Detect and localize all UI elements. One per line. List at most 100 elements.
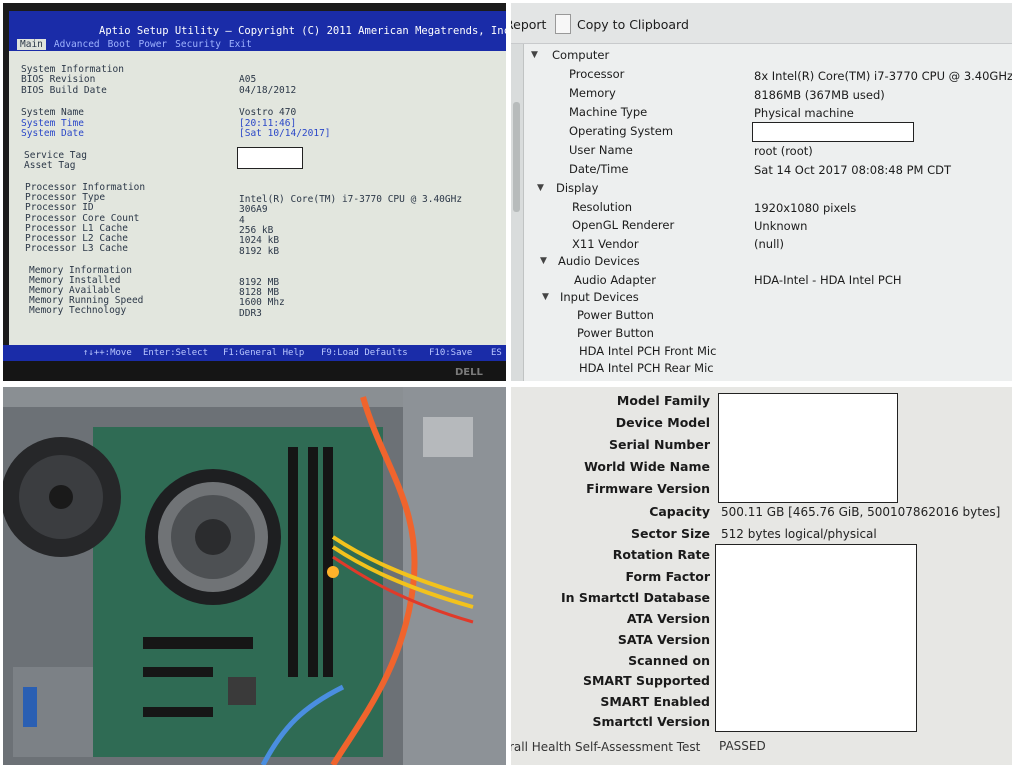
- smart-label-scanned-on: Scanned on: [628, 653, 710, 668]
- tree-label-audio-adapter[interactable]: Audio Adapter: [574, 273, 656, 287]
- bios-value-processor-id: 306A9: [239, 204, 268, 215]
- redaction-box: [237, 147, 303, 169]
- dell-logo-icon: DELL: [455, 367, 484, 378]
- bios-value-processor-type: Intel(R) Core(TM) i7-3770 CPU @ 3.40GHz: [239, 194, 463, 205]
- hardware-info-window: Report Copy to Clipboard ▼ Computer Proc…: [511, 3, 1012, 381]
- bios-key-legend: ↑↓++:Move Enter:Select F1:General Help F…: [3, 345, 506, 361]
- smart-label-smartctl-version: Smartctl Version: [592, 714, 710, 729]
- tree-value-x11-vendor: (null): [754, 237, 784, 251]
- tree-label-machine-type[interactable]: Machine Type: [569, 105, 647, 119]
- tree-value-opengl-renderer: Unknown: [754, 219, 808, 233]
- tree-label-processor[interactable]: Processor: [569, 67, 624, 81]
- tree-label-opengl-renderer[interactable]: OpenGL Renderer: [572, 218, 674, 232]
- smart-label-wwn: World Wide Name: [584, 459, 710, 474]
- smart-label-ata-version: ATA Version: [626, 611, 710, 626]
- smart-label-smart-enabled: SMART Enabled: [600, 694, 710, 709]
- bios-key-defaults: F9:Load Defaults: [321, 348, 408, 358]
- bios-key-select: Enter:Select: [143, 348, 209, 358]
- disk-smart-info-photo: Model Family Device Model Serial Number …: [511, 387, 1012, 765]
- motherboard-illustration: [3, 387, 506, 765]
- bios-tab-advanced[interactable]: Advanced: [54, 39, 100, 50]
- monitor-bezel: [3, 361, 506, 381]
- motherboard-photo: [3, 387, 506, 765]
- tree-value-user-name: root (root): [754, 144, 813, 158]
- bios-tab-exit[interactable]: Exit: [229, 39, 252, 50]
- hw-toolbar: Report Copy to Clipboard: [511, 3, 1012, 44]
- smart-label-smart-supported: SMART Supported: [582, 673, 710, 688]
- hw-scrollbar[interactable]: [511, 44, 524, 381]
- expand-arrow-icon[interactable]: ▼: [537, 183, 544, 193]
- tree-value-machine-type: Physical machine: [754, 106, 854, 120]
- tree-value-memory: 8186MB (367MB used): [754, 88, 885, 102]
- tree-label-power-button[interactable]: Power Button: [577, 326, 654, 340]
- smart-value-sector-size: 512 bytes logical/physical: [721, 527, 877, 541]
- tree-node-display[interactable]: Display: [556, 181, 598, 195]
- tree-label-operating-system[interactable]: Operating System: [569, 124, 673, 138]
- smart-label-sector-size: Sector Size: [630, 526, 710, 541]
- bios-key-move: ↑↓++:Move: [83, 348, 132, 358]
- tree-node-audio-devices[interactable]: Audio Devices: [558, 254, 640, 268]
- bios-header: Aptio Setup Utility – Copyright (C) 2011…: [9, 11, 506, 51]
- smart-value-health-test: PASSED: [719, 739, 766, 753]
- bios-value-memory-technology: DDR3: [239, 308, 262, 319]
- smart-value-capacity: 500.11 GB [465.76 GiB, 500107862016 byte…: [721, 505, 1001, 519]
- tree-label-resolution[interactable]: Resolution: [572, 200, 632, 214]
- bios-label-asset-tag: Asset Tag: [24, 160, 76, 171]
- bios-value-build-date: 04/18/2012: [239, 85, 297, 96]
- bios-label-l3-cache: Processor L3 Cache: [25, 243, 128, 254]
- bios-tab-boot[interactable]: Boot: [108, 39, 131, 50]
- redaction-box: [718, 393, 898, 503]
- bios-key-help: F1:General Help: [223, 348, 305, 358]
- tree-label-front-mic[interactable]: HDA Intel PCH Front Mic: [579, 344, 716, 358]
- expand-arrow-icon[interactable]: ▼: [542, 292, 549, 302]
- bios-tabs: Main Advanced Boot Power Security Exit: [17, 39, 252, 50]
- expand-arrow-icon[interactable]: ▼: [540, 256, 547, 266]
- tree-label-memory[interactable]: Memory: [569, 86, 616, 100]
- expand-arrow-icon[interactable]: ▼: [531, 50, 538, 60]
- bios-title: Aptio Setup Utility – Copyright (C) 2011…: [99, 25, 506, 37]
- smart-label-device-model: Device Model: [615, 415, 710, 430]
- bios-tab-main[interactable]: Main: [17, 39, 46, 50]
- tree-value-processor: 8x Intel(R) Core(TM) i7-3770 CPU @ 3.40G…: [754, 69, 1012, 83]
- svg-text:DELL: DELL: [455, 367, 484, 377]
- tree-value-audio-adapter: HDA-Intel - HDA Intel PCH: [754, 273, 902, 287]
- smart-label-rotation-rate: Rotation Rate: [612, 547, 710, 562]
- report-button[interactable]: Report: [511, 17, 546, 32]
- bios-value-bios-revision: A05: [239, 74, 257, 85]
- bios-value-system-date[interactable]: [Sat 10/14/2017]: [239, 128, 331, 139]
- redaction-box: [715, 544, 917, 732]
- tree-label-x11-vendor[interactable]: X11 Vendor: [572, 237, 639, 251]
- smart-label-form-factor: Form Factor: [625, 569, 710, 584]
- bios-key-save: F10:Save: [429, 348, 473, 358]
- bios-value-system-name: Vostro 470: [239, 107, 297, 118]
- bios-value-l2-cache: 1024 kB: [239, 235, 280, 246]
- smart-label-health-test: rall Health Self-Assessment Test: [511, 740, 701, 754]
- bios-label-system-date[interactable]: System Date: [21, 128, 84, 139]
- bios-label-memory-technology: Memory Technology: [29, 305, 127, 316]
- copy-to-clipboard-button[interactable]: Copy to Clipboard: [577, 17, 689, 32]
- bios-tab-power[interactable]: Power: [139, 39, 168, 50]
- clipboard-icon[interactable]: [555, 14, 571, 34]
- smart-label-capacity: Capacity: [649, 504, 710, 519]
- hw-scrollbar-thumb[interactable]: [513, 102, 520, 212]
- tree-node-computer[interactable]: Computer: [552, 48, 609, 62]
- redaction-box: [752, 122, 914, 142]
- tree-label-date-time[interactable]: Date/Time: [569, 162, 629, 176]
- tree-label-rear-mic[interactable]: HDA Intel PCH Rear Mic: [579, 361, 714, 375]
- smart-label-model-family: Model Family: [616, 393, 710, 408]
- bios-tab-security[interactable]: Security: [175, 39, 221, 50]
- bios-label-processor-id: Processor ID: [25, 202, 94, 213]
- monitor-brand-logo: DELL: [455, 365, 491, 380]
- smart-label-in-database: In Smartctl Database: [560, 590, 710, 605]
- bios-key-esc: ES: [491, 348, 502, 358]
- smart-label-serial-number: Serial Number: [609, 437, 710, 452]
- tree-node-input-devices[interactable]: Input Devices: [560, 290, 639, 304]
- bios-value-l3-cache: 8192 kB: [239, 246, 280, 257]
- tree-value-date-time: Sat 14 Oct 2017 08:08:48 PM CDT: [754, 163, 951, 177]
- tree-value-resolution: 1920x1080 pixels: [754, 201, 857, 215]
- tree-label-power-button[interactable]: Power Button: [577, 308, 654, 322]
- bios-setup-screen: Aptio Setup Utility – Copyright (C) 2011…: [9, 11, 506, 353]
- bios-label-system-name: System Name: [21, 107, 84, 118]
- tree-label-user-name[interactable]: User Name: [569, 143, 633, 157]
- bios-value-memory-speed: 1600 Mhz: [239, 297, 285, 308]
